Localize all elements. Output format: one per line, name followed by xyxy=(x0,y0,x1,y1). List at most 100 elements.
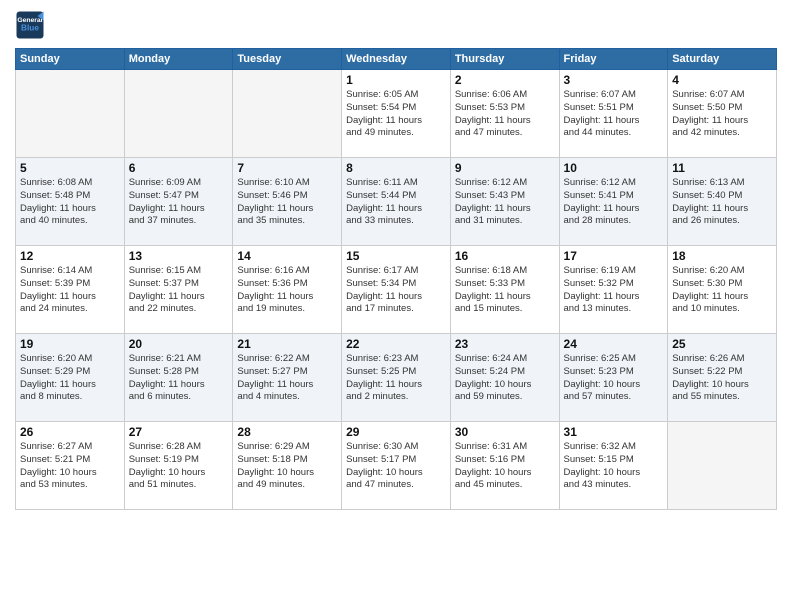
calendar-cell: 23 Sunrise: 6:24 AMSunset: 5:24 PMDayligh… xyxy=(450,334,559,422)
day-info: Sunrise: 6:20 AMSunset: 5:29 PMDaylight:… xyxy=(20,353,120,404)
page: General Blue SundayMondayTuesdayWednesda… xyxy=(0,0,792,612)
day-info: Sunrise: 6:14 AMSunset: 5:39 PMDaylight:… xyxy=(20,265,120,316)
weekday-header-sunday: Sunday xyxy=(16,49,125,70)
day-info: Sunrise: 6:26 AMSunset: 5:22 PMDaylight:… xyxy=(672,353,772,404)
calendar-week-row: 5Sunrise: 6:08 AMSunset: 5:48 PMDaylight… xyxy=(16,158,777,246)
day-number: 20 xyxy=(129,337,229,351)
weekday-header-friday: Friday xyxy=(559,49,668,70)
day-info: Sunrise: 6:30 AMSunset: 5:17 PMDaylight:… xyxy=(346,441,446,492)
calendar-cell: 24 Sunrise: 6:25 AMSunset: 5:23 PMDayligh… xyxy=(559,334,668,422)
day-number: 8 xyxy=(346,161,446,175)
calendar-cell: 17 Sunrise: 6:19 AMSunset: 5:32 PMDayligh… xyxy=(559,246,668,334)
day-number: 19 xyxy=(20,337,120,351)
calendar-cell: 6Sunrise: 6:09 AMSunset: 5:47 PMDaylight… xyxy=(124,158,233,246)
header: General Blue xyxy=(15,10,777,40)
calendar-cell: 31 Sunrise: 6:32 AMSunset: 5:15 PMDayligh… xyxy=(559,422,668,510)
calendar-cell: 29 Sunrise: 6:30 AMSunset: 5:17 PMDayligh… xyxy=(342,422,451,510)
day-number: 17 xyxy=(564,249,664,263)
day-info: Sunrise: 6:15 AMSunset: 5:37 PMDaylight:… xyxy=(129,265,229,316)
day-number: 24 xyxy=(564,337,664,351)
calendar-cell: 28 Sunrise: 6:29 AMSunset: 5:18 PMDayligh… xyxy=(233,422,342,510)
day-info: Sunrise: 6:09 AMSunset: 5:47 PMDaylight:… xyxy=(129,177,229,228)
day-number: 25 xyxy=(672,337,772,351)
day-info: Sunrise: 6:32 AMSunset: 5:15 PMDaylight:… xyxy=(564,441,664,492)
calendar-cell xyxy=(233,70,342,158)
day-number: 23 xyxy=(455,337,555,351)
calendar-cell xyxy=(16,70,125,158)
day-number: 13 xyxy=(129,249,229,263)
day-number: 15 xyxy=(346,249,446,263)
day-info: Sunrise: 6:07 AMSunset: 5:50 PMDaylight:… xyxy=(672,89,772,140)
day-number: 29 xyxy=(346,425,446,439)
calendar-cell: 7 Sunrise: 6:10 AMSunset: 5:46 PMDaylight… xyxy=(233,158,342,246)
calendar-cell: 27 Sunrise: 6:28 AMSunset: 5:19 PMDayligh… xyxy=(124,422,233,510)
svg-text:Blue: Blue xyxy=(21,23,39,32)
day-number: 4 xyxy=(672,73,772,87)
day-info: Sunrise: 6:10 AMSunset: 5:46 PMDaylight:… xyxy=(237,177,337,228)
day-info: Sunrise: 6:24 AMSunset: 5:24 PMDaylight:… xyxy=(455,353,555,404)
day-info: Sunrise: 6:16 AMSunset: 5:36 PMDaylight:… xyxy=(237,265,337,316)
calendar-cell: 10 Sunrise: 6:12 AMSunset: 5:41 PMDayligh… xyxy=(559,158,668,246)
calendar-week-row: 26 Sunrise: 6:27 AMSunset: 5:21 PMDayligh… xyxy=(16,422,777,510)
calendar-cell: 3 Sunrise: 6:07 AMSunset: 5:51 PMDaylight… xyxy=(559,70,668,158)
day-number: 27 xyxy=(129,425,229,439)
calendar-cell: 19 Sunrise: 6:20 AMSunset: 5:29 PMDayligh… xyxy=(16,334,125,422)
calendar-cell: 11Sunrise: 6:13 AMSunset: 5:40 PMDayligh… xyxy=(668,158,777,246)
day-info: Sunrise: 6:06 AMSunset: 5:53 PMDaylight:… xyxy=(455,89,555,140)
weekday-header-thursday: Thursday xyxy=(450,49,559,70)
day-info: Sunrise: 6:28 AMSunset: 5:19 PMDaylight:… xyxy=(129,441,229,492)
calendar-cell: 9Sunrise: 6:12 AMSunset: 5:43 PMDaylight… xyxy=(450,158,559,246)
calendar-week-row: 1Sunrise: 6:05 AMSunset: 5:54 PMDaylight… xyxy=(16,70,777,158)
day-info: Sunrise: 6:19 AMSunset: 5:32 PMDaylight:… xyxy=(564,265,664,316)
day-info: Sunrise: 6:25 AMSunset: 5:23 PMDaylight:… xyxy=(564,353,664,404)
calendar-cell xyxy=(124,70,233,158)
calendar-cell: 15 Sunrise: 6:17 AMSunset: 5:34 PMDayligh… xyxy=(342,246,451,334)
day-info: Sunrise: 6:18 AMSunset: 5:33 PMDaylight:… xyxy=(455,265,555,316)
weekday-header-tuesday: Tuesday xyxy=(233,49,342,70)
day-number: 10 xyxy=(564,161,664,175)
day-info: Sunrise: 6:17 AMSunset: 5:34 PMDaylight:… xyxy=(346,265,446,316)
day-number: 26 xyxy=(20,425,120,439)
calendar-cell: 16 Sunrise: 6:18 AMSunset: 5:33 PMDayligh… xyxy=(450,246,559,334)
calendar-cell: 4 Sunrise: 6:07 AMSunset: 5:50 PMDaylight… xyxy=(668,70,777,158)
day-number: 2 xyxy=(455,73,555,87)
day-number: 28 xyxy=(237,425,337,439)
calendar-cell: 13 Sunrise: 6:15 AMSunset: 5:37 PMDayligh… xyxy=(124,246,233,334)
calendar-table: SundayMondayTuesdayWednesdayThursdayFrid… xyxy=(15,48,777,510)
calendar-cell: 1Sunrise: 6:05 AMSunset: 5:54 PMDaylight… xyxy=(342,70,451,158)
day-number: 11 xyxy=(672,161,772,175)
calendar-cell: 18 Sunrise: 6:20 AMSunset: 5:30 PMDayligh… xyxy=(668,246,777,334)
day-number: 14 xyxy=(237,249,337,263)
calendar-cell: 30Sunrise: 6:31 AMSunset: 5:16 PMDayligh… xyxy=(450,422,559,510)
day-info: Sunrise: 6:07 AMSunset: 5:51 PMDaylight:… xyxy=(564,89,664,140)
day-number: 1 xyxy=(346,73,446,87)
calendar-cell: 2 Sunrise: 6:06 AMSunset: 5:53 PMDaylight… xyxy=(450,70,559,158)
calendar-cell xyxy=(668,422,777,510)
calendar-cell: 25 Sunrise: 6:26 AMSunset: 5:22 PMDayligh… xyxy=(668,334,777,422)
day-info: Sunrise: 6:12 AMSunset: 5:41 PMDaylight:… xyxy=(564,177,664,228)
day-info: Sunrise: 6:11 AMSunset: 5:44 PMDaylight:… xyxy=(346,177,446,228)
weekday-header-monday: Monday xyxy=(124,49,233,70)
day-number: 3 xyxy=(564,73,664,87)
day-info: Sunrise: 6:22 AMSunset: 5:27 PMDaylight:… xyxy=(237,353,337,404)
calendar-cell: 5Sunrise: 6:08 AMSunset: 5:48 PMDaylight… xyxy=(16,158,125,246)
logo: General Blue xyxy=(15,10,45,40)
logo-icon: General Blue xyxy=(15,10,45,40)
day-info: Sunrise: 6:08 AMSunset: 5:48 PMDaylight:… xyxy=(20,177,120,228)
day-number: 16 xyxy=(455,249,555,263)
calendar-cell: 20Sunrise: 6:21 AMSunset: 5:28 PMDayligh… xyxy=(124,334,233,422)
weekday-header-row: SundayMondayTuesdayWednesdayThursdayFrid… xyxy=(16,49,777,70)
day-number: 7 xyxy=(237,161,337,175)
day-info: Sunrise: 6:12 AMSunset: 5:43 PMDaylight:… xyxy=(455,177,555,228)
calendar-cell: 12 Sunrise: 6:14 AMSunset: 5:39 PMDayligh… xyxy=(16,246,125,334)
day-info: Sunrise: 6:29 AMSunset: 5:18 PMDaylight:… xyxy=(237,441,337,492)
day-info: Sunrise: 6:20 AMSunset: 5:30 PMDaylight:… xyxy=(672,265,772,316)
weekday-header-wednesday: Wednesday xyxy=(342,49,451,70)
day-number: 31 xyxy=(564,425,664,439)
calendar-cell: 8 Sunrise: 6:11 AMSunset: 5:44 PMDaylight… xyxy=(342,158,451,246)
day-number: 22 xyxy=(346,337,446,351)
day-number: 12 xyxy=(20,249,120,263)
day-number: 18 xyxy=(672,249,772,263)
day-info: Sunrise: 6:27 AMSunset: 5:21 PMDaylight:… xyxy=(20,441,120,492)
day-number: 30 xyxy=(455,425,555,439)
